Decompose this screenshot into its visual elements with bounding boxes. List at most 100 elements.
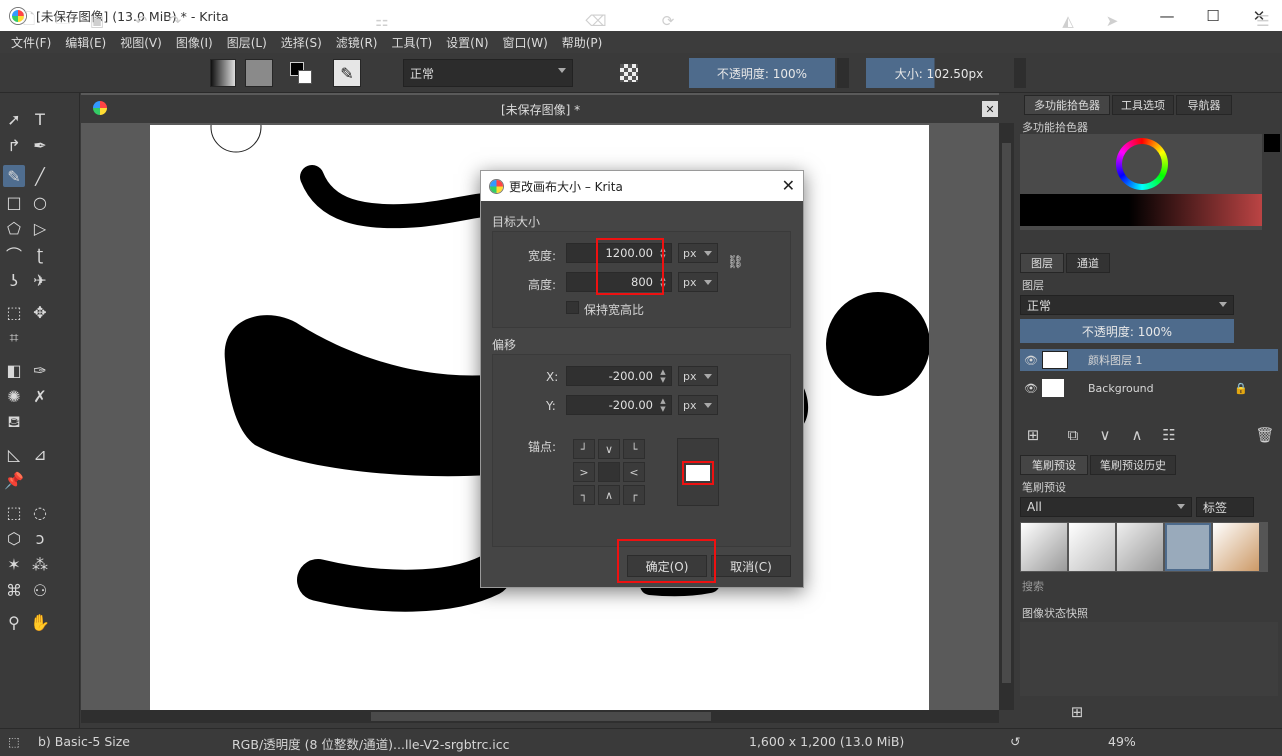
y-offset-input[interactable]: -200.00 ▲ ▼ (566, 395, 672, 415)
menu-window[interactable]: 窗口(W) (496, 34, 555, 51)
eye-icon[interactable]: 👁 (1024, 354, 1042, 367)
bezier-tool-icon[interactable]: ⌒ (3, 243, 25, 265)
contiguous-select-tool-icon[interactable]: ✶ (3, 553, 25, 575)
pattern-preset-icon[interactable] (245, 59, 273, 87)
eraser-icon[interactable]: ⌫ (584, 8, 608, 34)
mirror-vertical-icon[interactable]: ➤ (1098, 8, 1126, 34)
fill-tool-icon[interactable]: ⛾ (3, 411, 25, 433)
menu-image[interactable]: 图像(I) (169, 34, 220, 51)
add-snapshot-icon[interactable]: ⊞ (1066, 699, 1088, 725)
anchor-top-left[interactable]: ┘ (573, 439, 595, 459)
brush-preset-item[interactable] (1069, 523, 1115, 571)
keep-ratio-checkbox[interactable] (566, 301, 579, 314)
freehand-path-tool-icon[interactable]: ʈ (29, 243, 51, 265)
similar-select-tool-icon[interactable]: ⁂ (29, 553, 51, 575)
anchor-top[interactable]: ∨ (598, 439, 620, 459)
anchor-bottom-right[interactable]: ┌ (623, 485, 645, 505)
opacity-slider[interactable]: 不透明度: 100% (689, 58, 835, 88)
select-shape-tool-icon[interactable]: ➚ (3, 108, 25, 130)
menu-select[interactable]: 选择(S) (274, 34, 329, 51)
transform-tool-icon[interactable]: ⬚ (3, 301, 25, 323)
anchor-bottom[interactable]: ∧ (598, 485, 620, 505)
menu-tools[interactable]: 工具(T) (384, 34, 439, 51)
tab-navigator[interactable]: 导航器 (1176, 95, 1232, 115)
color-selector-panel[interactable] (1020, 134, 1262, 230)
move-tool-icon[interactable]: ✥ (29, 301, 51, 323)
tab-layers[interactable]: 图层 (1020, 253, 1064, 273)
polyline-tool-icon[interactable]: ▷ (29, 217, 51, 239)
brush-preset-item[interactable] (1213, 523, 1259, 571)
polygon-select-tool-icon[interactable]: ⬡ (3, 527, 25, 549)
crop-tool-icon[interactable]: ⌗ (3, 327, 25, 349)
open-folder-icon[interactable]: 🗀 (52, 8, 74, 34)
line-tool-icon[interactable]: ╱ (29, 165, 51, 187)
measure-tool-icon[interactable]: ◺ (3, 443, 25, 465)
cancel-button[interactable]: 取消(C) (711, 555, 791, 577)
eye-icon[interactable]: 👁 (1024, 382, 1042, 395)
mirror-horizontal-icon[interactable]: ◭ (1054, 8, 1082, 34)
undo-icon[interactable]: ↶ (130, 8, 152, 34)
calligraphy-tool-icon[interactable]: ✒ (29, 134, 51, 156)
menu-edit[interactable]: 编辑(E) (58, 34, 113, 51)
rectangle-tool-icon[interactable]: □ (3, 191, 25, 213)
reload-preset-icon[interactable]: ⟳ (656, 8, 680, 34)
x-offset-input[interactable]: -200.00 ▲ ▼ (566, 366, 672, 386)
horizontal-scroll-thumb[interactable] (371, 712, 711, 721)
size-spinner[interactable] (1014, 58, 1026, 88)
menu-layer[interactable]: 图层(L) (220, 34, 274, 51)
assistant-tool-icon[interactable]: ⊿ (29, 443, 51, 465)
vertical-scrollbar[interactable] (999, 123, 1014, 710)
brush-settings-icon[interactable]: ⚏ (370, 8, 394, 34)
move-layer-up-icon[interactable]: ∧ (1126, 422, 1148, 448)
menu-file[interactable]: 文件(F) (4, 34, 58, 51)
layer-opacity-slider[interactable]: 不透明度: 100% (1020, 319, 1234, 343)
freehand-select-tool-icon[interactable]: ↄ (29, 527, 51, 549)
workspace-menu-icon[interactable]: ☰ (1250, 8, 1276, 34)
blend-mode-dropdown[interactable]: 正常 (403, 59, 573, 87)
brush-preset-item[interactable] (1117, 523, 1163, 571)
height-unit-dropdown[interactable]: px (678, 272, 718, 292)
y-unit-dropdown[interactable]: px (678, 395, 718, 415)
multibrush-tool-icon[interactable]: ✈ (29, 269, 51, 291)
x-spin-icon[interactable]: ▲ ▼ (657, 368, 669, 384)
add-layer-icon[interactable]: ⊞ (1022, 422, 1044, 448)
move-layer-down-icon[interactable]: ∨ (1094, 422, 1116, 448)
layer-blend-dropdown[interactable]: 正常 (1020, 295, 1234, 315)
tab-color-selector[interactable]: 多功能拾色器 (1024, 95, 1110, 115)
anchor-bottom-left[interactable]: ┐ (573, 485, 595, 505)
layer-row[interactable]: 👁 Background 🔒 (1020, 377, 1278, 399)
brush-tag-dropdown[interactable]: 标签 (1196, 497, 1254, 517)
hue-ring[interactable] (1116, 138, 1168, 190)
anchor-right[interactable]: < (623, 462, 645, 482)
color-picker-tool-icon[interactable]: ✑ (29, 359, 51, 381)
ellipse-select-tool-icon[interactable]: ◌ (29, 501, 51, 523)
save-icon[interactable]: ▣ (86, 8, 108, 34)
opacity-spinner[interactable] (837, 58, 849, 88)
tab-channels[interactable]: 通道 (1066, 253, 1110, 273)
menu-filter[interactable]: 滤镜(R) (329, 34, 385, 51)
brush-filter-dropdown[interactable]: All (1020, 497, 1192, 517)
minimize-button[interactable]: — (1144, 0, 1190, 31)
vertical-scroll-thumb[interactable] (1002, 143, 1011, 683)
status-zoom[interactable]: 49% (1108, 734, 1136, 749)
brush-preset-icon[interactable]: ✎ (333, 59, 361, 87)
edit-shape-tool-icon[interactable]: ↱ (3, 134, 25, 156)
anchor-top-right[interactable]: └ (623, 439, 645, 459)
menu-view[interactable]: 视图(V) (113, 34, 169, 51)
maximize-button[interactable]: ☐ (1190, 0, 1236, 31)
width-unit-dropdown[interactable]: px (678, 243, 718, 263)
brush-search-placeholder[interactable]: 搜索 (1022, 578, 1044, 594)
colorize-mask-tool-icon[interactable]: ✗ (29, 385, 51, 407)
x-unit-dropdown[interactable]: px (678, 366, 718, 386)
brush-preset-grid[interactable] (1020, 522, 1268, 572)
magnetic-select-tool-icon[interactable]: ⚇ (29, 579, 51, 601)
text-tool-icon[interactable]: T (29, 108, 51, 130)
close-dialog-button[interactable]: ✕ (782, 176, 795, 195)
link-chain-icon[interactable]: ⛓ (727, 255, 744, 270)
tab-brush-presets[interactable]: 笔刷预设 (1020, 455, 1088, 475)
bezier-select-tool-icon[interactable]: ⌘ (3, 579, 25, 601)
layer-properties-icon[interactable]: ☷ (1158, 422, 1180, 448)
lock-icon[interactable]: 🔒 (1234, 382, 1248, 395)
polygon-tool-icon[interactable]: ⬠ (3, 217, 25, 239)
color-shade-bars[interactable] (1020, 194, 1262, 226)
